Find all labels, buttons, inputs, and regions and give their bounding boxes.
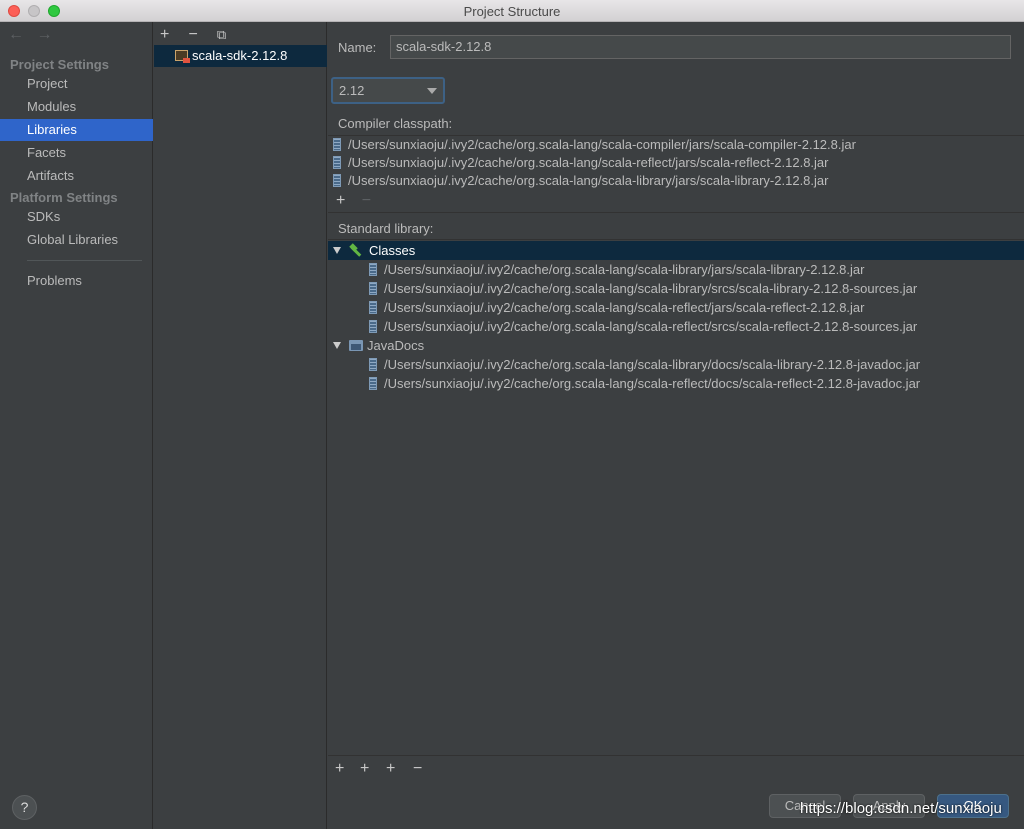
classpath-entry[interactable]: /Users/sunxiaoju/.ivy2/cache/org.scala-l…: [333, 172, 828, 190]
classpath-entry[interactable]: /Users/sunxiaoju/.ivy2/cache/org.scala-l…: [333, 154, 828, 172]
standard-library-toolbar: + + + −: [328, 755, 1024, 783]
scala-version-value: 2.12: [339, 83, 365, 98]
settings-sidebar: ← → Project Settings Project Modules Lib…: [0, 22, 153, 829]
tree-item-jar[interactable]: /Users/sunxiaoju/.ivy2/cache/org.scala-l…: [328, 260, 1024, 279]
tree-node-javadocs[interactable]: JavaDocs: [328, 336, 1024, 355]
tree-item-jar[interactable]: /Users/sunxiaoju/.ivy2/cache/org.scala-l…: [328, 298, 1024, 317]
sidebar-item-project[interactable]: Project: [0, 73, 153, 95]
tree-node-classes[interactable]: Classes: [328, 241, 1024, 260]
sidebar-divider: [27, 260, 142, 261]
history-navigation: ← →: [8, 26, 60, 44]
classes-icon: [349, 244, 363, 256]
scala-library-icon: [175, 50, 190, 63]
window-title: Project Structure: [463, 4, 561, 19]
jar-icon: [333, 156, 341, 169]
help-button[interactable]: ?: [12, 795, 37, 820]
sidebar-item-facets[interactable]: Facets: [0, 142, 153, 164]
jar-icon: [333, 174, 341, 187]
tree-item-jar[interactable]: /Users/sunxiaoju/.ivy2/cache/org.scala-l…: [328, 317, 1024, 336]
scala-version-select[interactable]: 2.12: [331, 77, 445, 104]
add-root-icon[interactable]: +: [360, 760, 369, 778]
standard-library-label: Standard library:: [338, 221, 434, 236]
sidebar-item-problems[interactable]: Problems: [0, 270, 153, 292]
standard-library-tree: Classes /Users/sunxiaoju/.ivy2/cache/org…: [328, 239, 1024, 755]
javadocs-folder-icon: [349, 340, 363, 351]
tree-item-jar[interactable]: /Users/sunxiaoju/.ivy2/cache/org.scala-l…: [328, 355, 1024, 374]
back-arrow-icon[interactable]: ←: [8, 26, 24, 43]
tree-item-jar[interactable]: /Users/sunxiaoju/.ivy2/cache/org.scala-l…: [328, 279, 1024, 298]
jar-icon: [369, 301, 377, 314]
classpath-entry[interactable]: /Users/sunxiaoju/.ivy2/cache/org.scala-l…: [333, 136, 856, 154]
sidebar-item-modules[interactable]: Modules: [0, 96, 153, 118]
sidebar-item-sdks[interactable]: SDKs: [0, 206, 153, 228]
jar-icon: [369, 282, 377, 295]
chevron-down-icon: [427, 88, 437, 94]
title-bar: Project Structure: [0, 0, 1024, 22]
name-label: Name:: [338, 40, 377, 55]
library-name-field[interactable]: scala-sdk-2.12.8: [390, 35, 1011, 59]
sidebar-item-artifacts[interactable]: Artifacts: [0, 165, 153, 187]
jar-icon: [369, 320, 377, 333]
remove-classpath-icon[interactable]: −: [362, 192, 371, 209]
platform-settings-heading: Platform Settings: [10, 190, 118, 205]
library-list-panel: + − ⧉ scala-sdk-2.12.8: [154, 22, 327, 829]
project-settings-heading: Project Settings: [10, 57, 109, 72]
tree-item-jar[interactable]: /Users/sunxiaoju/.ivy2/cache/org.scala-l…: [328, 374, 1024, 393]
compiler-classpath-list: /Users/sunxiaoju/.ivy2/cache/org.scala-l…: [328, 135, 1024, 213]
attach-files-icon[interactable]: +: [386, 760, 395, 778]
remove-icon[interactable]: −: [413, 760, 422, 778]
jar-icon: [369, 358, 377, 371]
compiler-classpath-label: Compiler classpath:: [338, 116, 453, 131]
library-list-item[interactable]: scala-sdk-2.12.8: [154, 45, 327, 67]
forward-arrow-icon[interactable]: →: [36, 26, 52, 43]
library-list-toolbar: + − ⧉: [160, 26, 241, 44]
classpath-toolbar: + −: [336, 192, 371, 210]
add-icon[interactable]: +: [335, 760, 344, 778]
sidebar-item-global-libraries[interactable]: Global Libraries: [0, 229, 153, 251]
jar-icon: [369, 377, 377, 390]
copy-library-icon[interactable]: ⧉: [217, 27, 241, 43]
expand-triangle-icon[interactable]: [333, 247, 341, 254]
jar-icon: [333, 138, 341, 151]
remove-library-icon[interactable]: −: [188, 26, 212, 44]
sidebar-item-libraries[interactable]: Libraries: [0, 119, 153, 141]
watermark-text: https://blog.csdn.net/sunxiaoju: [800, 800, 1002, 817]
add-library-icon[interactable]: +: [160, 26, 184, 44]
library-item-label: scala-sdk-2.12.8: [192, 48, 288, 63]
library-details-panel: Name: scala-sdk-2.12.8 2.12 Compiler cla…: [328, 22, 1024, 829]
jar-icon: [369, 263, 377, 276]
add-classpath-icon[interactable]: +: [336, 192, 345, 209]
expand-triangle-icon[interactable]: [333, 342, 341, 349]
